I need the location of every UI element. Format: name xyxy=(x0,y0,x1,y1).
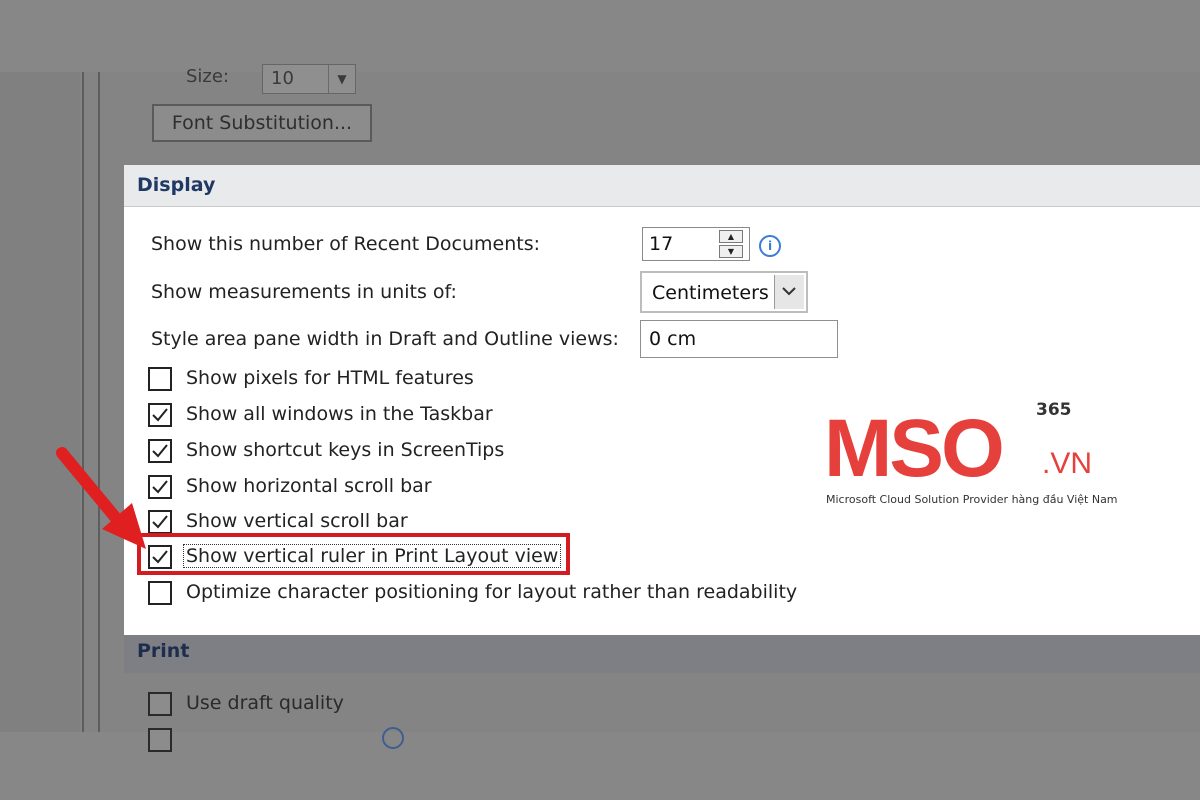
display-section-header: Display xyxy=(124,165,1200,207)
chevron-down-icon[interactable] xyxy=(774,275,804,309)
background-top-band xyxy=(0,0,1200,72)
logo-tagline: Microsoft Cloud Solution Provider hàng đ… xyxy=(826,493,1118,506)
mso-logo: MSO 365 .VN Microsoft Cloud Solution Pro… xyxy=(820,400,1118,512)
info-icon xyxy=(382,727,404,749)
logo-wordmark: MSO xyxy=(824,403,1005,494)
measurements-value: Centimeters xyxy=(652,282,769,304)
checkbox-optimize-character-positioning[interactable] xyxy=(148,581,172,605)
arrow-annotation-icon xyxy=(56,447,146,549)
panel-divider xyxy=(98,72,100,732)
style-area-value: 0 cm xyxy=(649,328,697,350)
font-size-label: Size: xyxy=(186,66,230,87)
checkbox-label: Use draft quality xyxy=(186,692,344,714)
recent-docs-value: 17 xyxy=(649,233,674,255)
logo-suffix: .VN xyxy=(1042,447,1093,480)
checkbox-show-all-windows[interactable] xyxy=(148,403,172,427)
background-bottom-band xyxy=(0,732,1200,800)
font-substitution-button[interactable]: Font Substitution... xyxy=(152,104,372,142)
checkbox-show-pixels[interactable] xyxy=(148,367,172,391)
style-area-label: Style area pane width in Draft and Outli… xyxy=(151,328,619,350)
print-section-header: Print xyxy=(124,635,1200,673)
section-title: Display xyxy=(137,174,216,196)
checkbox-partial[interactable] xyxy=(148,728,172,752)
font-size-value: 10 xyxy=(271,68,294,89)
measurements-label: Show measurements in units of: xyxy=(151,281,457,303)
checkbox-label: Show pixels for HTML features xyxy=(186,367,474,389)
style-area-input[interactable]: 0 cm xyxy=(640,320,838,358)
checkbox-label: Show shortcut keys in ScreenTips xyxy=(186,439,505,461)
spin-up-icon[interactable]: ▲ xyxy=(719,230,743,243)
panel-divider xyxy=(82,72,84,732)
checkbox-label: Show horizontal scroll bar xyxy=(186,475,432,497)
font-size-select[interactable]: 10 ▼ xyxy=(262,64,356,94)
checkbox-label: Show all windows in the Taskbar xyxy=(186,403,493,425)
checkbox-label: Optimize character positioning for layou… xyxy=(186,581,798,603)
checkbox-label: Show vertical scroll bar xyxy=(186,510,408,532)
spin-down-icon[interactable]: ▼ xyxy=(719,245,743,258)
section-title: Print xyxy=(137,640,190,662)
info-icon[interactable]: i xyxy=(759,235,781,257)
checkbox-draft-quality[interactable] xyxy=(148,692,172,716)
measurements-select[interactable]: Centimeters xyxy=(640,271,808,313)
recent-docs-spinner[interactable]: 17 ▲ ▼ xyxy=(642,227,750,261)
logo-superscript: 365 xyxy=(1036,400,1072,420)
chevron-down-icon[interactable]: ▼ xyxy=(328,65,355,93)
highlight-box xyxy=(137,533,570,575)
recent-docs-label: Show this number of Recent Documents: xyxy=(151,233,540,255)
